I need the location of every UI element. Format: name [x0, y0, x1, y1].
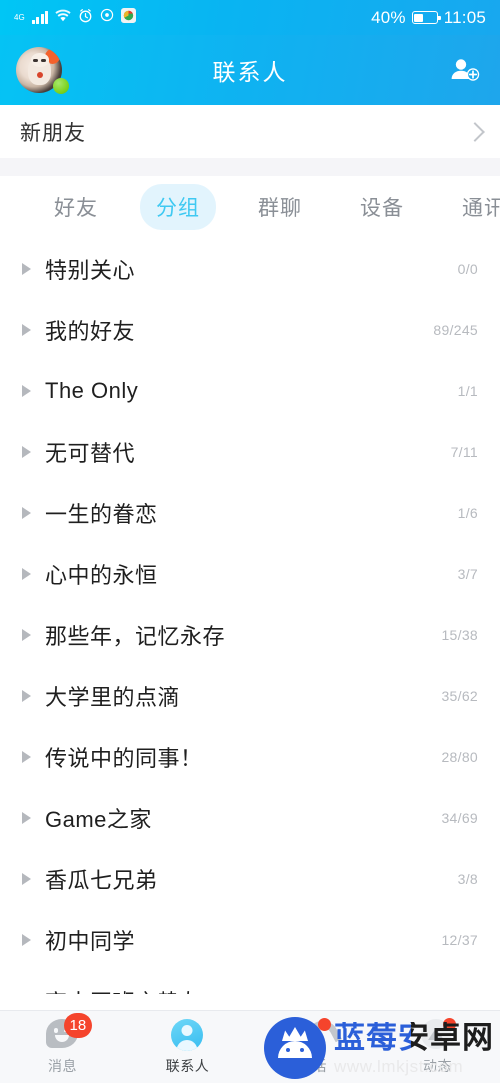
wifi-icon	[55, 9, 71, 27]
group-name: 传说中的同事！	[45, 745, 203, 771]
expand-triangle-icon	[22, 567, 31, 580]
group-count: 3/8	[457, 870, 478, 887]
tab-groups[interactable]: 分组	[140, 184, 216, 230]
status-badge: 18	[63, 1012, 93, 1038]
table-row[interactable]: 初中同学 12/37	[0, 909, 500, 970]
table-row[interactable]: 大学里的点滴 35/62	[0, 665, 500, 726]
phone-icon	[293, 1014, 342, 1058]
alarm-clock-icon	[78, 8, 93, 28]
contacts-tab-bar: 好友 分组 群聊 设备 通讯录	[0, 176, 500, 238]
group-name: 初中同学	[45, 928, 136, 954]
group-name: The Only	[45, 377, 139, 403]
clock-label: 11:05	[443, 7, 486, 27]
table-row[interactable]: 传说中的同事！ 28/80	[0, 726, 500, 787]
nav-tab-phone[interactable]: 电话	[250, 1011, 375, 1083]
group-count: 28/80	[441, 748, 478, 765]
group-count: 89/245	[433, 321, 478, 338]
group-count: 34/69	[441, 809, 478, 826]
tab-friends[interactable]: 好友	[38, 184, 114, 230]
signal-bars-icon	[31, 11, 49, 24]
table-row[interactable]: The Only 1/1	[0, 360, 500, 421]
section-divider	[0, 158, 500, 176]
table-row[interactable]: 特别关心 0/0	[0, 238, 500, 299]
nav-tab-dynamic[interactable]: 动态	[375, 1011, 500, 1083]
table-row[interactable]: 那些年，记忆永存 15/38	[0, 604, 500, 665]
expand-triangle-icon	[22, 811, 31, 824]
group-count: 3/7	[457, 565, 478, 582]
group-count: 15/38	[441, 626, 478, 643]
nav-tab-messages[interactable]: 18 消息	[0, 1011, 125, 1083]
group-count: 0/0	[457, 260, 478, 277]
group-name: 高中同班之挚友	[45, 985, 203, 995]
tab-devices[interactable]: 设备	[344, 184, 420, 230]
expand-triangle-icon	[22, 384, 31, 397]
status-bar-right-icons: 40% 11:05	[371, 8, 486, 28]
expand-triangle-icon	[22, 750, 31, 763]
add-friend-icon	[451, 59, 480, 81]
table-row[interactable]: 一生的眷恋 1/6	[0, 482, 500, 543]
expand-triangle-icon	[22, 323, 31, 336]
bottom-navigation-bar: 18 消息 联系人 电话 动态	[0, 1010, 500, 1083]
nav-label-dynamic: 动态	[423, 1057, 452, 1074]
group-name: 特别关心	[45, 257, 136, 283]
group-name: Game之家	[45, 806, 152, 832]
group-count: 1/6	[457, 504, 478, 521]
expand-triangle-icon	[22, 872, 31, 885]
group-count: 12/37	[441, 931, 478, 948]
chat-bubble-icon: 18	[45, 1012, 93, 1053]
expand-triangle-icon	[22, 628, 31, 641]
nav-tab-contacts[interactable]: 联系人	[125, 1011, 250, 1083]
add-friend-button[interactable]	[446, 55, 484, 85]
group-name: 一生的眷恋	[45, 501, 158, 527]
status-bar: 4G 40% 11:05	[0, 0, 500, 35]
table-row[interactable]: Game之家 34/69	[0, 787, 500, 848]
expand-triangle-icon	[22, 506, 31, 519]
group-count: 35/62	[441, 687, 478, 704]
notification-dot	[442, 1017, 456, 1031]
new-friend-label: 新朋友	[20, 121, 86, 145]
chevron-right-icon	[465, 121, 485, 142]
group-count: 1/1	[457, 382, 478, 399]
group-name: 心中的永恒	[45, 562, 158, 588]
status-bar-left-icons: 4G	[14, 7, 137, 28]
group-name: 那些年，记忆永存	[45, 623, 226, 649]
nav-label-contacts: 联系人	[165, 1057, 210, 1074]
expand-triangle-icon	[22, 933, 31, 946]
table-row[interactable]: 心中的永恒 3/7	[0, 543, 500, 604]
page-title: 联系人	[212, 59, 288, 85]
group-name: 大学里的点滴	[45, 684, 181, 710]
table-row[interactable]: 无可替代 7/11	[0, 421, 500, 482]
new-friend-row[interactable]: 新朋友	[0, 105, 500, 158]
person-circle-icon	[170, 1018, 205, 1053]
battery-icon	[411, 11, 441, 24]
group-name: 我的好友	[45, 318, 136, 344]
battery-percent-label: 40%	[371, 7, 406, 27]
circle-icon	[100, 8, 114, 27]
tab-group-chat[interactable]: 群聊	[242, 184, 318, 230]
avatar[interactable]	[16, 47, 69, 94]
partial-row-clip: 高中同班之挚友	[0, 970, 500, 995]
app-header: 联系人	[0, 35, 500, 105]
table-row[interactable]: 香瓜七兄弟 3/8	[0, 848, 500, 909]
nav-label-phone: 电话	[298, 1057, 327, 1074]
table-row[interactable]: 我的好友 89/245	[0, 299, 500, 360]
group-count: 7/11	[450, 443, 478, 460]
nav-label-messages: 消息	[48, 1057, 77, 1074]
group-name: 香瓜七兄弟	[45, 867, 158, 893]
online-status-dot	[53, 78, 69, 94]
group-name: 无可替代	[45, 440, 136, 466]
table-row[interactable]: 高中同班之挚友	[0, 970, 500, 995]
network-type-label: 4G	[14, 12, 25, 22]
phone-screen: 4G 40% 11:05 联系人 新朋友 好友 分组 群聊 设备 通讯 特别关心…	[0, 0, 500, 1083]
tab-address-book[interactable]: 通讯录	[446, 184, 500, 230]
dynamic-icon	[420, 1017, 456, 1053]
notification-dot	[317, 1017, 331, 1031]
app-icon	[121, 7, 137, 28]
expand-triangle-icon	[22, 445, 31, 458]
expand-triangle-icon	[22, 262, 31, 275]
group-list: 特别关心 0/0 我的好友 89/245 The Only 1/1 无可替代 7…	[0, 238, 500, 994]
expand-triangle-icon	[22, 689, 31, 702]
